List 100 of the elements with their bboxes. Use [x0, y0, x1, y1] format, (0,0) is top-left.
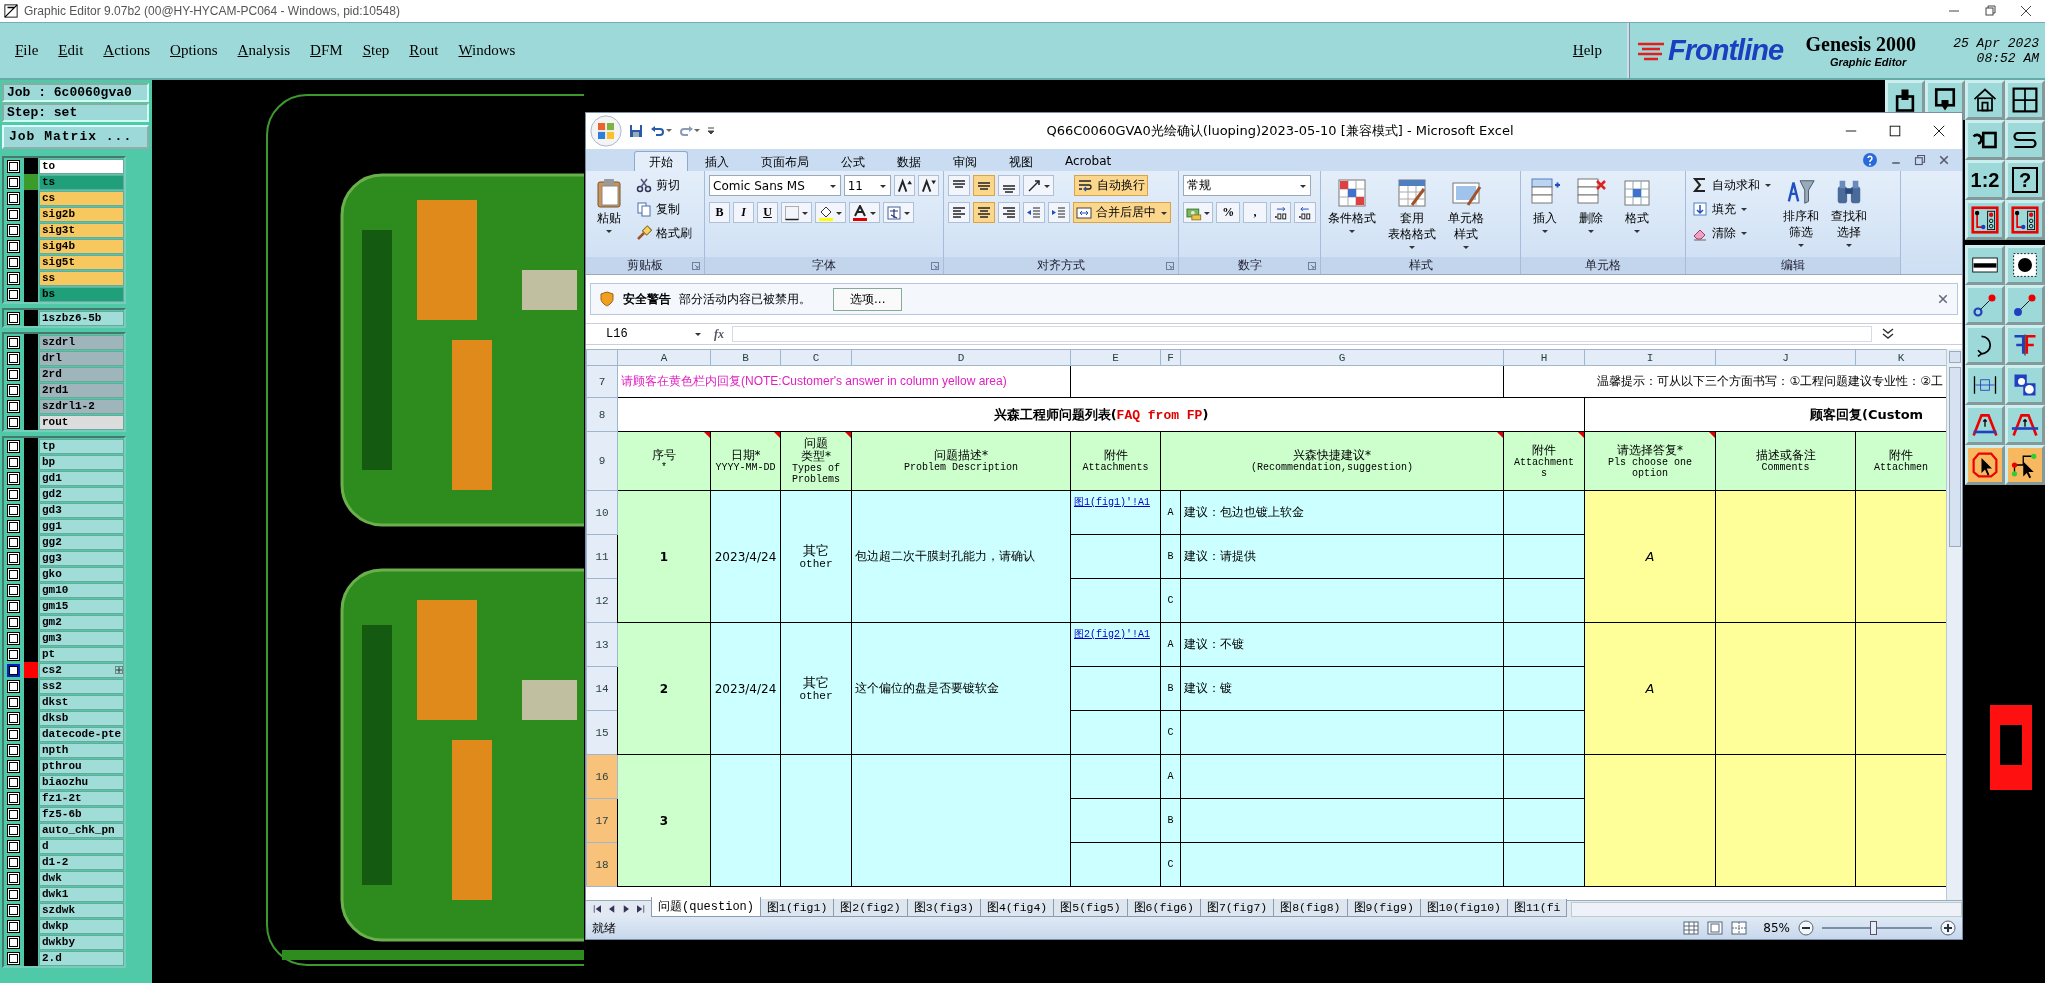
style-button[interactable]: U [757, 202, 778, 223]
layer-name[interactable]: gm15 [39, 598, 124, 614]
sheet-tab[interactable]: 图4(fig4) [979, 899, 1055, 917]
page-break-icon[interactable] [1731, 921, 1748, 935]
layer-checkbox[interactable] [7, 287, 20, 301]
grid-icon[interactable] [2011, 86, 2039, 114]
layer-name[interactable]: cs2 [39, 662, 124, 678]
layer-checkbox[interactable] [7, 223, 20, 237]
layer-name[interactable]: gm10 [39, 582, 124, 598]
caret-icon[interactable] [1740, 229, 1748, 237]
layer-checkbox[interactable] [7, 159, 20, 173]
layer-checkbox[interactable] [7, 599, 20, 613]
layer-checkbox[interactable] [7, 519, 20, 533]
layer-checkbox[interactable] [7, 207, 20, 221]
layer-checkbox[interactable] [7, 487, 20, 501]
increase-decimal-icon[interactable] [1272, 204, 1289, 221]
layer-name[interactable]: gm3 [39, 630, 124, 646]
dialog-launcher-icon[interactable] [692, 262, 700, 270]
merge-button[interactable]: 合并后居中 [1073, 202, 1171, 223]
ribbon-tab[interactable]: 审阅 [938, 151, 992, 171]
formula-field[interactable] [732, 326, 1872, 342]
layer-name[interactable]: dwk [39, 870, 124, 886]
caret-icon[interactable] [1633, 227, 1641, 235]
caret-icon[interactable] [694, 330, 702, 338]
sheet-tab[interactable]: 图7(fig7) [1199, 899, 1275, 917]
zoom-out-icon[interactable] [1798, 920, 1814, 936]
layer-checkbox[interactable] [7, 775, 20, 789]
layer-name[interactable]: cs [39, 190, 124, 206]
cell-link[interactable]: 图1(fig1)'!A1 [1074, 497, 1150, 508]
fill-bucket-icon[interactable] [818, 204, 834, 221]
menu-item[interactable]: Edit [55, 40, 87, 61]
first-sheet-icon[interactable] [592, 903, 604, 915]
normal-view-icon[interactable] [1683, 921, 1700, 935]
caret-icon[interactable] [1541, 227, 1549, 235]
layer-checkbox[interactable] [7, 383, 20, 397]
layer-name[interactable]: pthrou [39, 758, 124, 774]
layer-checkbox[interactable] [7, 743, 20, 757]
ribbon-button[interactable]: 剪切 [634, 175, 694, 195]
cell-link[interactable]: 图2(fig2)'!A1 [1074, 629, 1150, 640]
menu-item[interactable]: File [12, 40, 42, 61]
phonetic-icon[interactable] [886, 204, 902, 221]
ribbon-button[interactable]: 自动求和 [1690, 175, 1774, 195]
caret-icon[interactable] [1408, 243, 1416, 251]
layer-checkbox[interactable] [7, 239, 20, 253]
layer-checkbox[interactable] [7, 615, 20, 629]
ribbon-button[interactable]: 排序和 筛选 [1780, 175, 1822, 257]
expand-icon[interactable] [1880, 326, 1896, 342]
sheet-tab[interactable]: 问题(question) [651, 897, 761, 917]
sheet-tab[interactable]: 图8(fig8) [1273, 899, 1348, 917]
layer-name[interactable]: ss2 [39, 678, 124, 694]
vertical-scrollbar[interactable] [1946, 349, 1962, 900]
layer-checkbox[interactable] [7, 311, 20, 325]
sheet-tab[interactable]: 图2(fig2) [833, 899, 908, 917]
shrink-font-icon[interactable] [921, 177, 936, 194]
layer-name[interactable]: szdwk [39, 902, 124, 918]
ribbon-button[interactable]: 删除 [1571, 175, 1611, 257]
save-icon[interactable] [628, 123, 644, 139]
number-format-button[interactable]: , [1243, 202, 1267, 223]
layer-name[interactable]: dwk1 [39, 886, 124, 902]
ribbon-button[interactable]: 条件格式 [1325, 175, 1379, 257]
layer-checkbox[interactable] [7, 919, 20, 933]
layer-name[interactable]: 2rd [39, 366, 124, 382]
caret-icon[interactable] [1462, 243, 1470, 251]
layer-checkbox[interactable] [7, 175, 20, 189]
redo-icon[interactable] [678, 123, 700, 139]
ribbon-tab[interactable]: 公式 [826, 151, 880, 171]
dialog-launcher-icon[interactable] [1166, 262, 1174, 270]
menu-item[interactable]: Windows [455, 40, 519, 61]
layer-checkbox[interactable] [7, 647, 20, 661]
menu-item[interactable]: Analysis [234, 40, 294, 61]
layer-checkbox[interactable] [7, 535, 20, 549]
ribbon-tab[interactable]: 页面布局 [746, 151, 824, 171]
layer-checkbox[interactable] [7, 455, 20, 469]
layer-name[interactable]: dksb [39, 710, 124, 726]
dialog-launcher-icon[interactable] [931, 262, 939, 270]
layer-name[interactable]: gd2 [39, 486, 124, 502]
layer-checkbox[interactable] [7, 335, 20, 349]
layer-name[interactable]: 2rd1 [39, 382, 124, 398]
sheet-tab[interactable]: 图10(fig10) [1419, 899, 1508, 917]
caret-icon[interactable] [1740, 205, 1748, 213]
ribbon-button[interactable]: 填充 [1690, 199, 1774, 219]
sheet-tab[interactable]: 图9(fig9) [1346, 899, 1421, 917]
zoom-in-icon[interactable] [1940, 920, 1956, 936]
layer-name[interactable]: gd1 [39, 470, 124, 486]
pointer-icon[interactable] [1971, 451, 1999, 479]
layer-name[interactable]: dkst [39, 694, 124, 710]
sheet-tab[interactable]: 图1(fig1) [760, 899, 835, 917]
arch-icon[interactable] [1971, 411, 1999, 439]
align-left-icon[interactable] [951, 204, 967, 221]
layer-checkbox[interactable] [7, 855, 20, 869]
layer-checkbox[interactable] [7, 567, 20, 581]
layer-name[interactable]: d1-2 [39, 854, 124, 870]
scale-button[interactable]: 1:2 [1965, 160, 2005, 200]
close-icon[interactable] [1932, 124, 1946, 138]
align-right-icon[interactable] [1001, 204, 1017, 221]
layer-name[interactable]: drl [39, 350, 124, 366]
layer-name[interactable]: auto_chk_pn [39, 822, 124, 838]
circuit-icon[interactable] [2011, 206, 2039, 234]
layer-checkbox[interactable] [7, 679, 20, 693]
borders-icon[interactable] [784, 204, 800, 221]
